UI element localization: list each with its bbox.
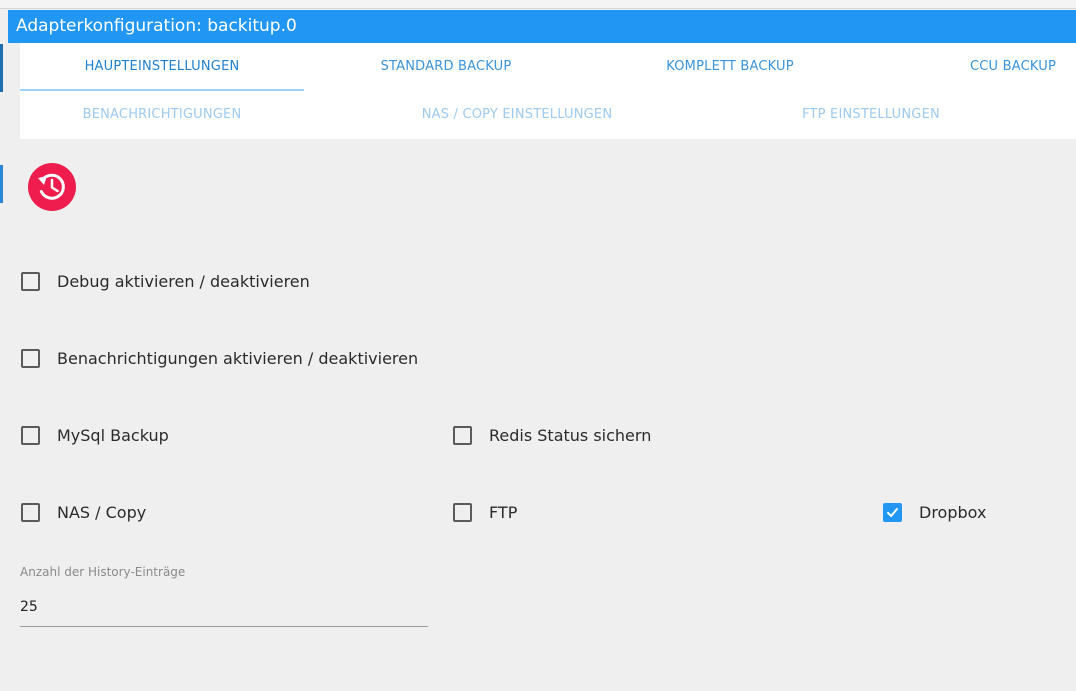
tab-haupteinstellungen[interactable]: HAUPTEINSTELLUNGEN [20,59,304,74]
dropbox-label: Dropbox [919,503,987,522]
history-icon [38,173,65,200]
dropbox-option[interactable]: Dropbox [883,503,986,522]
mysql-label: MySql Backup [57,426,169,445]
history-entries-label: Anzahl der History-Einträge [20,565,186,579]
tab-benachrichtigungen[interactable]: BENACHRICHTIGUNGEN [20,107,304,122]
ftp-option[interactable]: FTP [453,503,517,522]
left-edge-indicator-2 [0,165,3,203]
nas-checkbox[interactable] [21,503,40,522]
notifications-label: Benachrichtigungen aktivieren / deaktivi… [57,349,419,368]
redis-label: Redis Status sichern [489,426,652,445]
history-button[interactable] [28,163,76,211]
nas-option[interactable]: NAS / Copy [21,503,146,522]
debug-label: Debug aktivieren / deaktivieren [57,272,310,291]
active-tab-indicator [20,89,304,91]
nas-label: NAS / Copy [57,503,147,522]
tab-ftp-einstellungen[interactable]: FTP EINSTELLUNGEN [729,107,1013,122]
history-entries-input[interactable] [20,588,428,627]
tab-bar: HAUPTEINSTELLUNGEN STANDARD BACKUP KOMPL… [20,43,1076,139]
redis-checkbox[interactable] [453,426,472,445]
left-edge-indicator [0,44,3,92]
ftp-label: FTP [489,503,518,522]
ftp-checkbox[interactable] [453,503,472,522]
tab-ccu-backup[interactable]: CCU BACKUP [872,59,1076,74]
tab-standard-backup[interactable]: STANDARD BACKUP [304,59,588,74]
tab-nas-copy-einstellungen[interactable]: NAS / COPY EINSTELLUNGEN [375,107,659,122]
mysql-option[interactable]: MySql Backup [21,426,169,445]
debug-checkbox[interactable] [21,272,40,291]
redis-option[interactable]: Redis Status sichern [453,426,651,445]
notifications-checkbox[interactable] [21,349,40,368]
debug-option[interactable]: Debug aktivieren / deaktivieren [21,272,310,291]
mysql-checkbox[interactable] [21,426,40,445]
top-strip [0,0,1076,9]
notifications-option[interactable]: Benachrichtigungen aktivieren / deaktivi… [21,349,418,368]
check-icon [887,508,898,517]
dropbox-checkbox[interactable] [883,503,902,522]
tab-komplett-backup[interactable]: KOMPLETT BACKUP [588,59,872,74]
dialog-title: Adapterkonfiguration: backitup.0 [8,10,1076,43]
